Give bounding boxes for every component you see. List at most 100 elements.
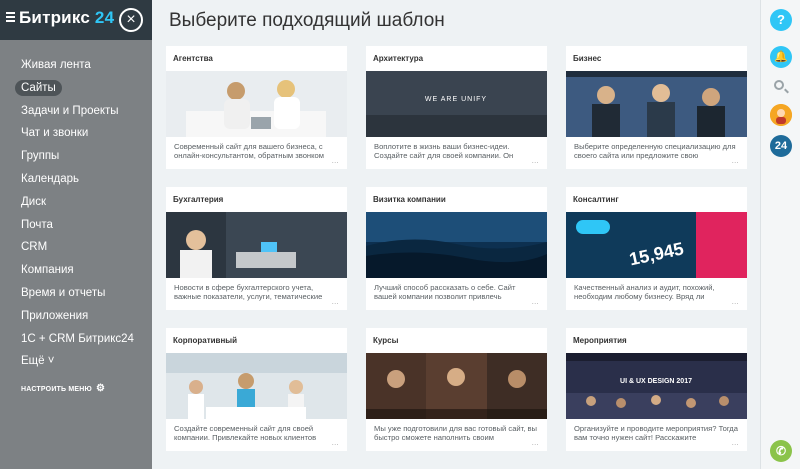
left-menu: Битрикс 24 × Живая лента Сайты Задачи и … bbox=[0, 0, 152, 469]
sidebar-item-disk[interactable]: Диск bbox=[0, 191, 152, 214]
sidebar-item-label: Время и отчеты bbox=[21, 286, 106, 299]
card-preview-image bbox=[166, 71, 347, 137]
sidebar-item-groups[interactable]: Группы bbox=[0, 145, 152, 168]
help-icon[interactable]: ? bbox=[770, 9, 792, 31]
configure-menu-link[interactable]: НАСТРОИТЬ МЕНЮ ⚙ bbox=[0, 383, 152, 394]
user-avatar[interactable] bbox=[770, 104, 792, 126]
more-dots: … bbox=[529, 155, 539, 165]
template-card-business[interactable]: Бизнес Выберите определенную специализац… bbox=[566, 46, 747, 169]
card-description: Мы уже подготовили для вас готовый сайт,… bbox=[366, 419, 547, 451]
card-description-text: Новости в сфере бухгалтерского учета, ва… bbox=[174, 283, 323, 302]
sidebar-item-applications[interactable]: Приложения bbox=[0, 305, 152, 328]
card-title: Агентства bbox=[173, 54, 213, 63]
sidebar-item-sites[interactable]: Сайты bbox=[0, 77, 152, 100]
close-icon[interactable]: × bbox=[119, 8, 143, 32]
more-dots: … bbox=[329, 155, 339, 165]
sidebar-item-time-reports[interactable]: Время и отчеты bbox=[0, 282, 152, 305]
card-preview-image bbox=[366, 353, 547, 419]
card-description-text: Лучший способ рассказать о себе. Сайт ва… bbox=[374, 283, 516, 302]
sidebar-item-label: Живая лента bbox=[21, 59, 91, 71]
sidebar-header: Битрикс 24 × bbox=[0, 0, 152, 40]
card-title: Курсы bbox=[373, 336, 399, 345]
card-description: Современный сайт для вашего бизнеса, с о… bbox=[166, 137, 347, 169]
card-preview-image bbox=[166, 212, 347, 278]
more-dots: … bbox=[729, 155, 739, 165]
page-title: Выберите подходящий шаблон bbox=[169, 10, 445, 31]
sidebar-item-label: Чат и звонки bbox=[21, 127, 89, 140]
template-card-business-card[interactable]: Визитка компании Лучший способ рассказат… bbox=[366, 187, 547, 310]
configure-menu-label: НАСТРОИТЬ МЕНЮ bbox=[21, 386, 92, 394]
sidebar-item-label: Приложения bbox=[21, 309, 89, 322]
sidebar-item-label: 1С + CRM Битрикс24 bbox=[21, 332, 134, 345]
notifications-bell-icon[interactable]: 🔔 bbox=[770, 46, 792, 68]
card-title: Бизнес bbox=[573, 54, 602, 63]
right-toolbar: ? 🔔 24 ✆ bbox=[760, 0, 800, 469]
sidebar-item-calendar[interactable]: Календарь bbox=[0, 168, 152, 191]
card-description: Качественный анализ и аудит, похожий, не… bbox=[566, 278, 747, 310]
sidebar-item-label: Календарь bbox=[21, 172, 80, 185]
card-description-text: Современный сайт для вашего бизнеса, с о… bbox=[174, 142, 324, 161]
card-description: Лучший способ рассказать о себе. Сайт ва… bbox=[366, 278, 547, 310]
sidebar-item-mail[interactable]: Почта bbox=[0, 214, 152, 237]
card-title: Консалтинг bbox=[573, 195, 619, 204]
template-card-agencies[interactable]: Агентства Современный сайт для вашего би… bbox=[166, 46, 347, 169]
card-description-text: Мы уже подготовили для вас готовый сайт,… bbox=[374, 424, 538, 443]
card-preview-image: WE ARE UNIFY bbox=[366, 71, 547, 137]
more-dots: … bbox=[329, 296, 339, 306]
card-title: Мероприятия bbox=[573, 336, 627, 345]
phone-icon[interactable]: ✆ bbox=[770, 440, 792, 462]
template-card-architecture[interactable]: Архитектура WE ARE UNIFY Воплотите в жиз… bbox=[366, 46, 547, 169]
sidebar-item-1c-crm[interactable]: 1С + CRM Битрикс24 bbox=[0, 328, 152, 351]
card-description-text: Воплотите в жизнь ваши бизнес-идеи. Созд… bbox=[374, 142, 514, 161]
card-description-text: Выберите определенную специализацию для … bbox=[574, 142, 736, 161]
template-card-accounting[interactable]: Бухгалтерия Новости в сфере бухгалтерско… bbox=[166, 187, 347, 310]
card-description-text: Организуйте и проводите мероприятия? Тог… bbox=[574, 424, 738, 443]
sidebar-item-crm[interactable]: CRM bbox=[0, 236, 152, 259]
sidebar-item-more[interactable]: Ещё ˅ bbox=[0, 350, 152, 373]
more-dots: … bbox=[329, 437, 339, 447]
card-image-caption: WE ARE UNIFY bbox=[425, 96, 487, 103]
template-gallery: Выберите подходящий шаблон Агентства Сов… bbox=[152, 0, 760, 469]
card-title: Бухгалтерия bbox=[173, 195, 224, 204]
card-title: Архитектура bbox=[373, 54, 424, 63]
sidebar-item-live-feed[interactable]: Живая лента bbox=[0, 54, 152, 77]
bitrix24-network-icon[interactable]: 24 bbox=[770, 135, 792, 157]
card-description: Выберите определенную специализацию для … bbox=[566, 137, 747, 169]
card-preview-image bbox=[166, 353, 347, 419]
template-card-corporate[interactable]: Корпоративный Создайте современный сайт … bbox=[166, 328, 347, 451]
sidebar-item-label: Компания bbox=[21, 264, 74, 277]
more-dots: … bbox=[529, 296, 539, 306]
gear-icon: ⚙ bbox=[95, 383, 106, 395]
card-description: Воплотите в жизнь ваши бизнес-идеи. Созд… bbox=[366, 137, 547, 169]
search-icon[interactable] bbox=[774, 80, 784, 90]
logo-number: 24 bbox=[94, 8, 115, 27]
card-preview-image: 15,945 bbox=[566, 212, 747, 278]
card-description-text: Качественный анализ и аудит, похожий, не… bbox=[574, 283, 715, 302]
sidebar-item-label: Группы bbox=[21, 150, 60, 163]
card-preview-image bbox=[566, 71, 747, 137]
sidebar-item-tasks[interactable]: Задачи и Проекты bbox=[0, 100, 152, 123]
card-description: Организуйте и проводите мероприятия? Тог… bbox=[566, 419, 747, 451]
sidebar-item-label: CRM bbox=[21, 241, 48, 254]
template-card-events[interactable]: Мероприятия UI & UX DESIGN 2017 Организу… bbox=[566, 328, 747, 451]
more-dots: … bbox=[729, 296, 739, 306]
sidebar-item-label: Почта bbox=[21, 218, 53, 231]
card-image-caption: UI & UX DESIGN 2017 bbox=[620, 378, 692, 385]
bitrix24-logo[interactable]: Битрикс 24 bbox=[19, 8, 114, 28]
card-preview-image: UI & UX DESIGN 2017 bbox=[566, 353, 747, 419]
sidebar-item-company[interactable]: Компания bbox=[0, 259, 152, 282]
sidebar-item-label: Задачи и Проекты bbox=[21, 104, 119, 117]
sidebar-item-label: Диск bbox=[21, 195, 46, 208]
main-navigation: Живая лента Сайты Задачи и Проекты Чат и… bbox=[0, 54, 152, 373]
card-title: Визитка компании bbox=[373, 195, 446, 204]
card-description: Новости в сфере бухгалтерского учета, ва… bbox=[166, 278, 347, 310]
sidebar-item-chat[interactable]: Чат и звонки bbox=[0, 122, 152, 145]
card-title: Корпоративный bbox=[173, 336, 238, 345]
sidebar-item-label: Сайты bbox=[15, 79, 62, 96]
template-card-consulting[interactable]: Консалтинг 15,945 Качественный анализ и … bbox=[566, 187, 747, 310]
template-card-courses[interactable]: Курсы Мы уже подготовили для вас готовый… bbox=[366, 328, 547, 451]
card-description-text: Создайте современный сайт для своей комп… bbox=[174, 424, 317, 443]
card-description: Создайте современный сайт для своей комп… bbox=[166, 419, 347, 451]
menu-burger-icon[interactable] bbox=[6, 12, 15, 22]
more-dots: … bbox=[529, 437, 539, 447]
